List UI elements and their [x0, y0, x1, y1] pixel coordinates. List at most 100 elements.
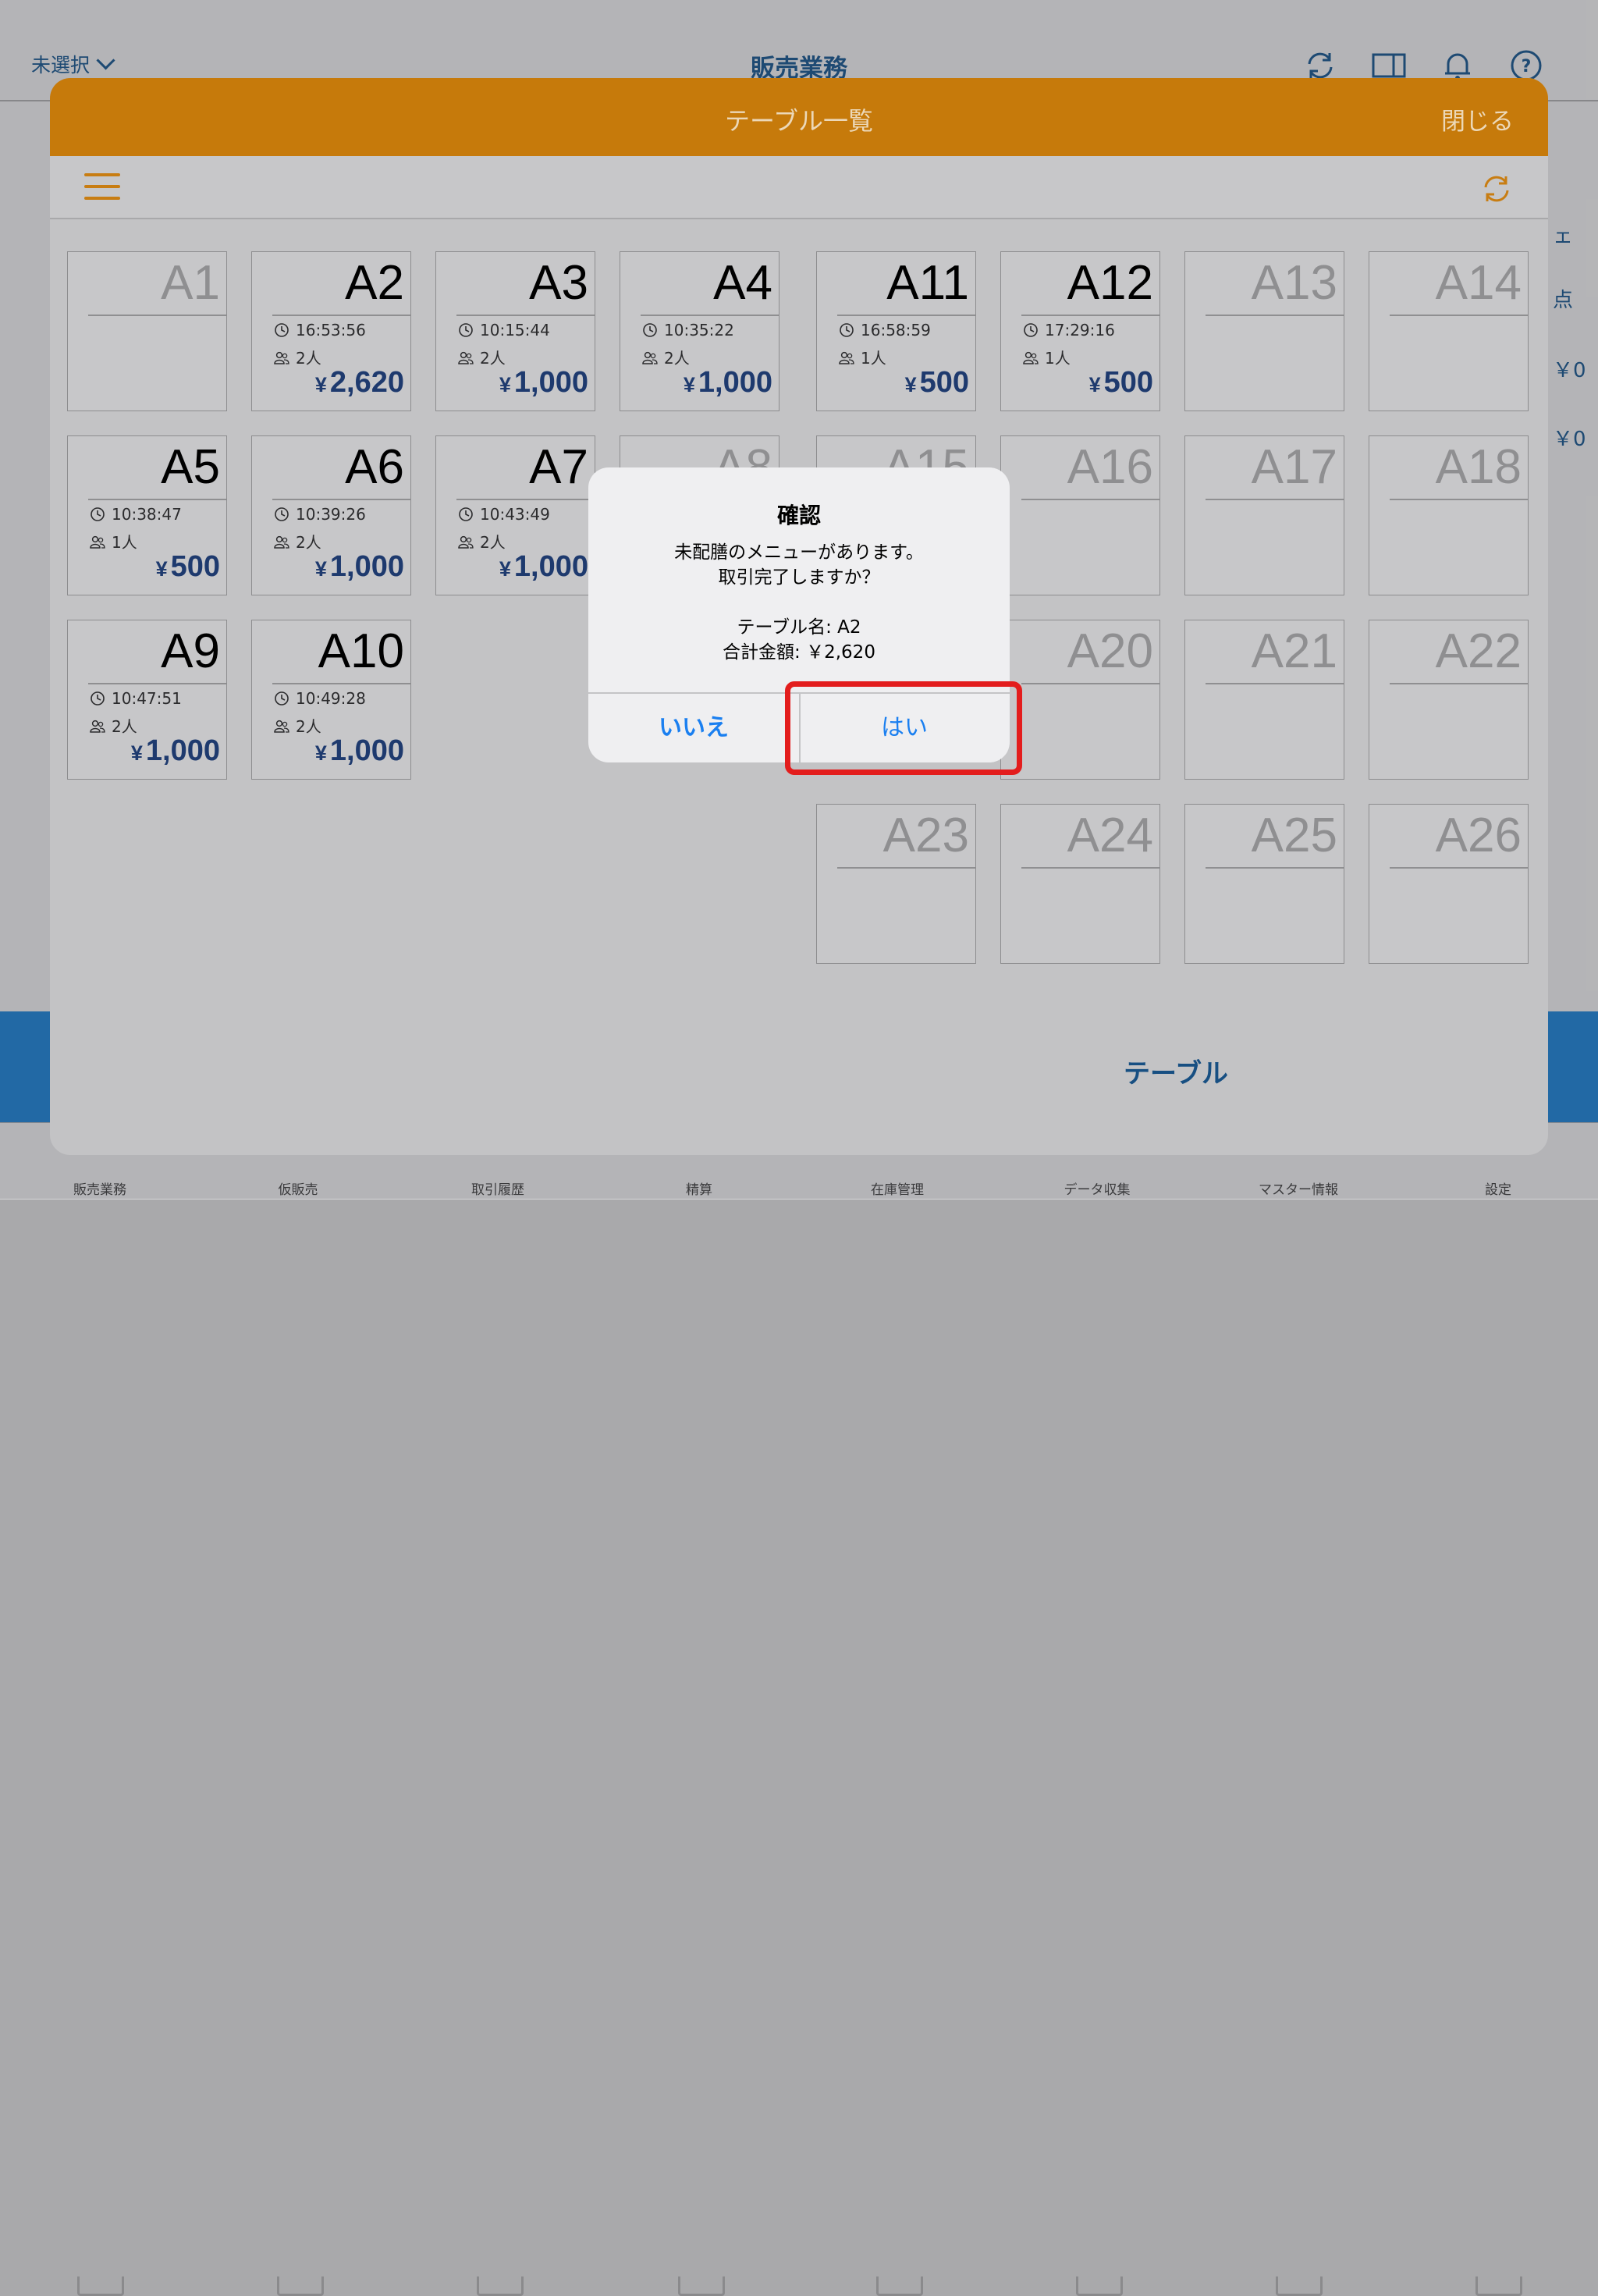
data-collect-icon	[1076, 2276, 1123, 2296]
settings-icon	[1475, 2276, 1522, 2296]
table-card-a10[interactable]: A10 10:49:28 2人 ¥1,000	[251, 620, 411, 780]
no-button[interactable]: いいえ	[588, 692, 799, 762]
table-guest-count: 2人	[274, 346, 321, 368]
highlight-frame	[785, 681, 1022, 775]
table-card-a26[interactable]: A26	[1369, 804, 1529, 964]
people-icon	[274, 351, 289, 364]
table-amount: ¥1,000	[683, 366, 772, 399]
menu-icon[interactable]	[84, 173, 120, 204]
clock-icon	[275, 507, 289, 521]
clock-icon	[275, 323, 289, 337]
table-card-a20[interactable]: A20	[1000, 620, 1160, 780]
table-guest-count: 2人	[642, 346, 690, 368]
table-card-a2[interactable]: A2 16:53:56 2人 ¥2,620	[251, 251, 411, 411]
currency-symbol: ¥	[499, 557, 511, 581]
people-icon	[90, 720, 105, 733]
table-card-a4[interactable]: A4 10:35:22 2人 ¥1,000	[620, 251, 779, 411]
currency-symbol: ¥	[130, 741, 143, 765]
sheet-toolbar	[50, 156, 1548, 219]
table-name: A21	[1251, 624, 1337, 678]
clock-icon	[1024, 323, 1038, 337]
table-name: A17	[1251, 440, 1337, 494]
table-start-time: 10:15:44	[458, 321, 550, 339]
table-name: A26	[1435, 809, 1522, 862]
table-card-a12[interactable]: A12 17:29:16 1人 ¥500	[1000, 251, 1160, 411]
table-card-a24[interactable]: A24	[1000, 804, 1160, 964]
table-card-a23[interactable]: A23	[816, 804, 976, 964]
divider	[1021, 683, 1159, 684]
divider	[456, 315, 595, 316]
divider	[1390, 315, 1528, 316]
people-icon	[274, 720, 289, 733]
table-start-time: 16:53:56	[274, 321, 366, 339]
table-name: A4	[713, 256, 772, 310]
table-amount: ¥500	[1088, 366, 1153, 399]
table-card-a18[interactable]: A18	[1369, 435, 1529, 595]
close-button[interactable]: 閉じる	[1441, 101, 1514, 137]
people-icon	[642, 351, 658, 364]
people-icon	[90, 535, 105, 549]
table-card-a7[interactable]: A7 10:43:49 2人 ¥1,000	[435, 435, 595, 595]
clock-icon	[643, 323, 657, 337]
table-card-a14[interactable]: A14	[1369, 251, 1529, 411]
table-name: A25	[1251, 809, 1337, 862]
table-name: A18	[1435, 440, 1522, 494]
currency-symbol: ¥	[155, 557, 168, 581]
currency-symbol: ¥	[314, 741, 327, 765]
divider	[641, 315, 779, 316]
currency-symbol: ¥	[904, 373, 917, 396]
divider	[88, 499, 226, 500]
table-card-a25[interactable]: A25	[1184, 804, 1344, 964]
currency-symbol: ¥	[499, 373, 511, 396]
divider	[272, 683, 410, 684]
divider	[1021, 499, 1159, 500]
divider	[1390, 867, 1528, 869]
divider	[88, 315, 226, 316]
table-guest-count: 2人	[458, 346, 506, 368]
table-name: A24	[1067, 809, 1153, 862]
table-card-a17[interactable]: A17	[1184, 435, 1344, 595]
table-name: A1	[161, 256, 220, 310]
clock-icon	[840, 323, 854, 337]
table-amount: ¥1,000	[499, 550, 588, 583]
table-name: A9	[161, 624, 220, 678]
table-name: A7	[529, 440, 588, 494]
table-guest-count: 2人	[90, 714, 137, 737]
table-card-a3[interactable]: A3 10:15:44 2人 ¥1,000	[435, 251, 595, 411]
table-name: A16	[1067, 440, 1153, 494]
table-card-a9[interactable]: A9 10:47:51 2人 ¥1,000	[67, 620, 227, 780]
table-card-a1[interactable]: A1	[67, 251, 227, 411]
table-guest-count: 2人	[458, 530, 506, 553]
table-card-a16[interactable]: A16	[1000, 435, 1160, 595]
table-name: A22	[1435, 624, 1522, 678]
currency-symbol: ¥	[1088, 373, 1101, 396]
table-guest-count: 2人	[274, 714, 321, 737]
table-card-a5[interactable]: A5 10:38:47 1人 ¥500	[67, 435, 227, 595]
table-card-a11[interactable]: A11 16:58:59 1人 ¥500	[816, 251, 976, 411]
people-icon	[839, 351, 854, 364]
table-guest-count: 1人	[1023, 346, 1071, 368]
clock-icon	[459, 323, 473, 337]
refresh-icon[interactable]	[1479, 172, 1514, 206]
table-card-a22[interactable]: A22	[1369, 620, 1529, 780]
dialog-question: 取引完了しますか？	[718, 567, 880, 588]
divider	[1390, 499, 1528, 500]
dialog-table-name: テーブル名: A2	[737, 617, 861, 638]
table-name: A3	[529, 256, 588, 310]
currency-symbol: ¥	[683, 373, 695, 396]
divider	[1206, 499, 1344, 500]
table-card-a6[interactable]: A6 10:39:26 2人 ¥1,000	[251, 435, 411, 595]
table-start-time: 10:49:28	[274, 689, 366, 708]
table-start-time: 10:35:22	[642, 321, 734, 339]
dialog-total: 合計金額: ￥2,620	[723, 642, 875, 663]
table-start-time: 10:39:26	[274, 505, 366, 524]
people-icon	[274, 535, 289, 549]
table-amount: ¥1,000	[499, 366, 588, 399]
clock-icon	[275, 691, 289, 706]
divider	[1206, 683, 1344, 684]
divider	[837, 867, 975, 869]
table-card-a13[interactable]: A13	[1184, 251, 1344, 411]
master-icon	[1276, 2276, 1323, 2296]
table-card-a21[interactable]: A21	[1184, 620, 1344, 780]
table-guest-count: 1人	[839, 346, 886, 368]
